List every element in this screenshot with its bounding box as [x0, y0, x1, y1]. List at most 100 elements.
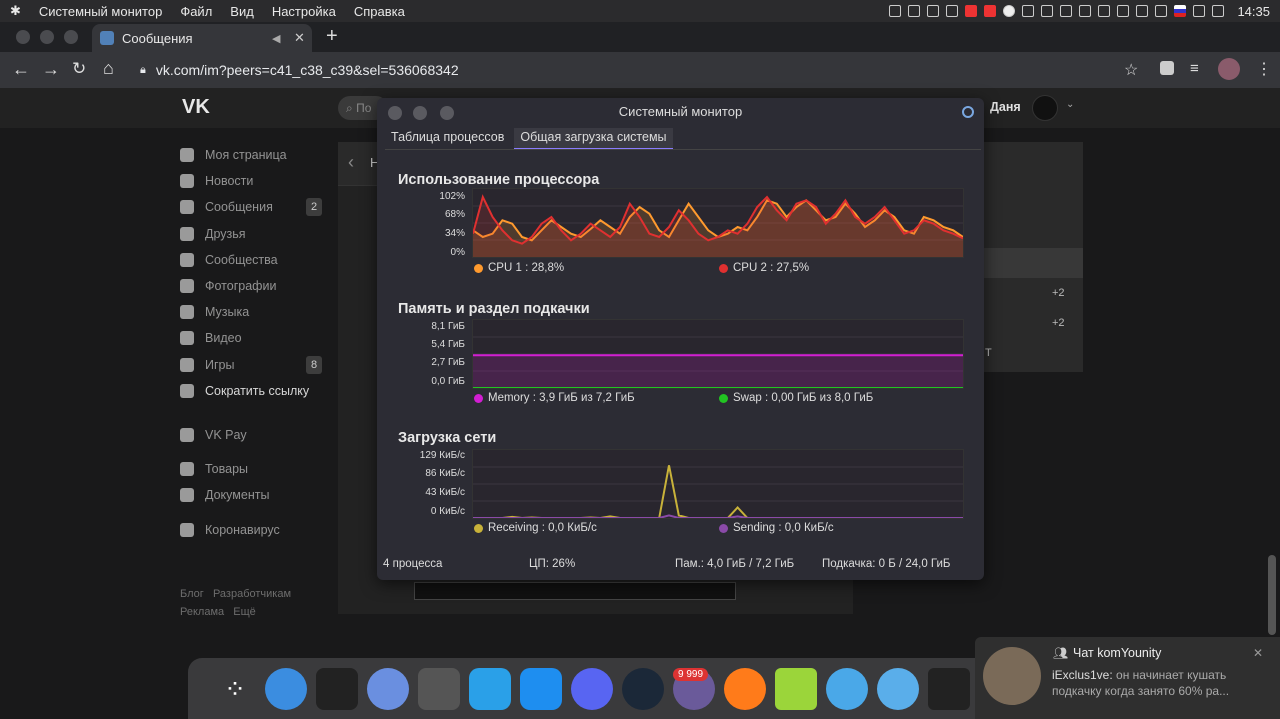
- close-tab-icon[interactable]: ✕: [294, 30, 305, 46]
- clock[interactable]: 14:35: [1237, 4, 1270, 19]
- skype-icon[interactable]: [1003, 5, 1016, 17]
- battery-icon[interactable]: [1117, 5, 1130, 17]
- sidebar-item[interactable]: Сообщества: [180, 247, 325, 273]
- scrollbar[interactable]: [1268, 555, 1276, 635]
- sending-color-dot[interactable]: [719, 523, 728, 533]
- flag-icon[interactable]: [1174, 5, 1187, 17]
- notification-popup[interactable]: 👥︎ Чат komYounity ✕ iExclus1ve: он начин…: [975, 637, 1280, 719]
- chromium-icon[interactable]: [367, 668, 409, 710]
- home-icon[interactable]: ⌂: [103, 58, 114, 79]
- sidebar-item[interactable]: Коронавирус: [180, 517, 325, 543]
- close-button[interactable]: [388, 106, 402, 120]
- new-tab-icon[interactable]: +: [326, 25, 338, 48]
- minimize-button[interactable]: [413, 106, 427, 120]
- series-line: [473, 465, 963, 518]
- app-store-icon[interactable]: [520, 668, 562, 710]
- usb-drive-icon[interactable]: [928, 668, 970, 710]
- media-icon[interactable]: ≡: [1190, 60, 1199, 77]
- tray-icon[interactable]: [908, 5, 921, 17]
- tray-icon[interactable]: [1079, 5, 1092, 17]
- settings-menu[interactable]: Настройка: [272, 4, 336, 19]
- mute-icon[interactable]: ◀︎: [272, 32, 280, 45]
- reload-icon[interactable]: ↻: [72, 59, 86, 79]
- files-icon[interactable]: [469, 668, 511, 710]
- tray-icon[interactable]: [889, 5, 902, 17]
- control-center-icon[interactable]: [1212, 5, 1225, 17]
- extensions-icon[interactable]: [1160, 61, 1174, 75]
- footer-link[interactable]: Блог: [180, 588, 204, 600]
- url-field[interactable]: 🔒︎ vk.com/im?peers=c41_c38_c39&sel=53606…: [140, 58, 1110, 82]
- forward-icon[interactable]: →: [42, 59, 60, 80]
- sidebar-item[interactable]: VK Pay: [180, 422, 325, 448]
- wifi-icon[interactable]: [1193, 5, 1206, 17]
- terminal-icon[interactable]: [316, 668, 358, 710]
- close-icon[interactable]: ✕: [1253, 646, 1263, 660]
- avatar[interactable]: [1218, 58, 1240, 80]
- tray-icon[interactable]: [1155, 5, 1168, 17]
- sidebar-item[interactable]: Сообщения 2: [180, 194, 325, 220]
- chevron-down-icon[interactable]: ⌄: [1066, 99, 1074, 110]
- footer-link[interactable]: Ещё: [233, 606, 256, 618]
- tray-icon[interactable]: [927, 5, 940, 17]
- sidebar-item-label: VK Pay: [205, 428, 247, 443]
- file-menu[interactable]: Файл: [180, 4, 212, 19]
- sidebar-item[interactable]: Новости: [180, 168, 325, 194]
- sidebar-item[interactable]: Документы: [180, 482, 325, 508]
- bell-icon[interactable]: [946, 5, 959, 17]
- tray-icon[interactable]: [1060, 5, 1073, 17]
- mail-icon[interactable]: [877, 668, 919, 710]
- star-icon[interactable]: ☆: [1124, 60, 1138, 80]
- tab-processes[interactable]: Таблица процессов: [385, 128, 510, 150]
- finder-icon[interactable]: [265, 668, 307, 710]
- tray-icon[interactable]: [965, 5, 978, 17]
- volume-icon[interactable]: [1136, 5, 1149, 17]
- memory-color-dot[interactable]: [474, 393, 483, 403]
- firefox-icon[interactable]: [724, 668, 766, 710]
- sidebar-item[interactable]: Музыка: [180, 299, 325, 325]
- cpu2-color-dot[interactable]: [719, 263, 728, 273]
- selected-chat-item[interactable]: [973, 248, 1083, 278]
- lock-icon: 🔒︎: [140, 63, 146, 76]
- swap-color-dot[interactable]: [719, 393, 728, 403]
- unread-count: +2: [1052, 317, 1065, 329]
- discord-icon[interactable]: [571, 668, 613, 710]
- view-menu[interactable]: Вид: [230, 4, 254, 19]
- sidebar-item[interactable]: Видео: [180, 325, 325, 351]
- window-close-dot[interactable]: [16, 30, 30, 44]
- back-icon[interactable]: ←: [12, 59, 30, 80]
- tray-icon[interactable]: [1041, 5, 1054, 17]
- search-placeholder: По: [356, 101, 372, 115]
- tray-icon[interactable]: [984, 5, 997, 17]
- drop-icon[interactable]: [826, 668, 868, 710]
- maximize-button[interactable]: [440, 106, 454, 120]
- window-max-dot[interactable]: [64, 30, 78, 44]
- footer-link[interactable]: Разработчикам: [213, 588, 291, 600]
- package-icon[interactable]: [775, 668, 817, 710]
- launchpad-icon[interactable]: ⁘: [214, 668, 256, 710]
- receiving-color-dot[interactable]: [474, 523, 483, 533]
- menu-icon[interactable]: ⋮: [1256, 59, 1272, 79]
- user-name[interactable]: Даня: [990, 100, 1021, 114]
- cpu1-color-dot[interactable]: [474, 263, 483, 273]
- vk-logo-icon[interactable]: VK: [182, 96, 210, 119]
- tab-resources[interactable]: Общая загрузка системы: [514, 128, 673, 150]
- browser-tab[interactable]: Сообщения ◀︎ ✕: [92, 24, 312, 52]
- vmware-icon[interactable]: [418, 668, 460, 710]
- footer-link[interactable]: Реклама: [180, 606, 224, 618]
- tray-icon[interactable]: [1022, 5, 1035, 17]
- app-menu[interactable]: Системный монитор: [39, 4, 162, 19]
- sidebar-item[interactable]: Игры 8: [180, 352, 325, 378]
- help-menu[interactable]: Справка: [354, 4, 405, 19]
- steam-icon[interactable]: [622, 668, 664, 710]
- sidebar-item[interactable]: Товары: [180, 456, 325, 482]
- screenshot-thumbnail[interactable]: [414, 582, 736, 600]
- sidebar-item[interactable]: Моя страница: [180, 142, 325, 168]
- user-avatar[interactable]: [1032, 95, 1058, 121]
- window-min-dot[interactable]: [40, 30, 54, 44]
- location-icon[interactable]: [1098, 5, 1111, 17]
- sidebar-item[interactable]: Друзья: [180, 221, 325, 247]
- back-arrow-icon[interactable]: ‹: [348, 152, 354, 173]
- apple-menu-icon[interactable]: ✱: [10, 3, 21, 19]
- sidebar-item[interactable]: Фотографии: [180, 273, 325, 299]
- sidebar-item[interactable]: Сократить ссылку: [180, 378, 325, 404]
